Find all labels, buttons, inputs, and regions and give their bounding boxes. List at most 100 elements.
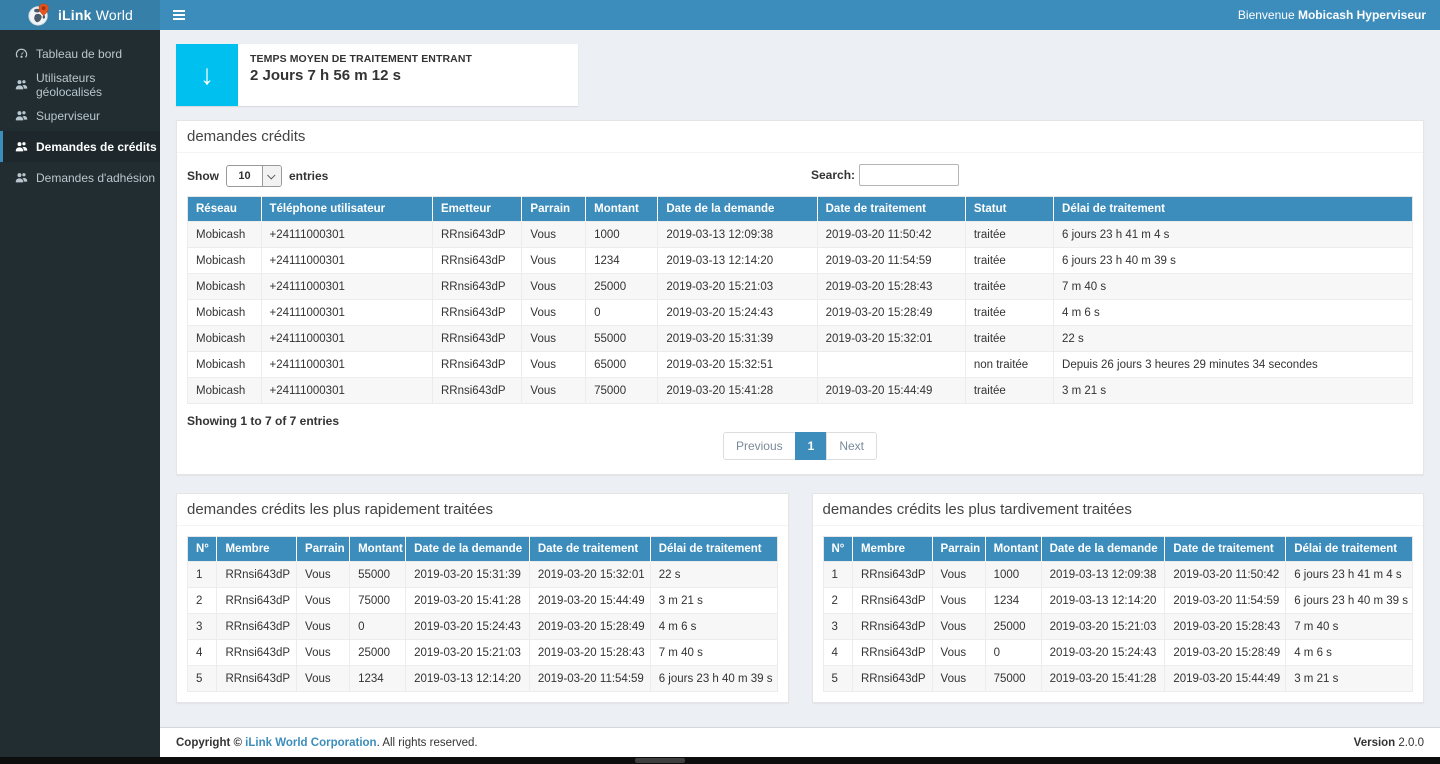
sidebar-item-utilisateurs-geolocalises[interactable]: Utilisateurs géolocalisés [0, 69, 160, 100]
version-text: Version 2.0.0 [1354, 737, 1424, 749]
table-cell: 6 jours 23 h 40 m 39 s [1054, 248, 1413, 274]
column-header[interactable]: Date de la demande [658, 197, 817, 222]
table-cell: 2019-03-20 15:32:01 [529, 562, 650, 588]
table-cell: 2019-03-20 11:54:59 [817, 248, 965, 274]
table-cell: RRnsi643dP [433, 274, 522, 300]
sidebar: Tableau de bord Utilisateurs géolocalisé… [0, 30, 160, 764]
column-header[interactable]: N° [188, 537, 217, 562]
dashboard-icon [15, 47, 28, 60]
table-cell: Vous [522, 248, 586, 274]
table-cell: RRnsi643dP [217, 640, 297, 666]
table-cell: RRnsi643dP [852, 588, 932, 614]
table-cell: 6 jours 23 h 41 m 4 s [1054, 222, 1413, 248]
table-cell: Vous [522, 222, 586, 248]
panel-tardivement-traitees: demandes crédits les plus tardivement tr… [812, 493, 1425, 703]
table-cell: traitée [965, 300, 1053, 326]
column-header[interactable]: Montant [586, 197, 658, 222]
table-cell: 2019-03-13 12:14:20 [658, 248, 817, 274]
info-box-label: TEMPS MOYEN DE TRAITEMENT ENTRANT [250, 53, 472, 65]
welcome-message: Bienvenue Mobicash Hyperviseur [1238, 8, 1440, 22]
brand-logo[interactable]: iLink World [0, 0, 160, 30]
table-row: 4RRnsi643dPVous02019-03-20 15:24:432019-… [823, 640, 1413, 666]
pagination-previous-button[interactable]: Previous [723, 432, 796, 460]
table-cell: RRnsi643dP [217, 562, 297, 588]
column-header[interactable]: Parrain [297, 537, 350, 562]
table-row: Mobicash+24111000301RRnsi643dPVous100020… [188, 222, 1413, 248]
table-cell: 2019-03-20 15:28:49 [817, 300, 965, 326]
sidebar-item-demandes-de-credits[interactable]: Demandes de crédits [0, 131, 160, 162]
company-link[interactable]: iLink World Corporation [245, 737, 376, 749]
table-cell: Mobicash [188, 248, 262, 274]
column-header[interactable]: Réseau [188, 197, 262, 222]
table-cell: 2019-03-20 15:28:49 [529, 614, 650, 640]
column-header[interactable]: Statut [965, 197, 1053, 222]
column-header[interactable]: Délai de traitement [1286, 537, 1413, 562]
table-cell: 2019-03-20 15:28:43 [529, 640, 650, 666]
table-cell: RRnsi643dP [852, 614, 932, 640]
down-arrow-icon: ↓ [176, 44, 238, 106]
table-cell: Vous [932, 562, 985, 588]
table-cell: 2019-03-20 11:54:59 [529, 666, 650, 692]
table-cell: 2019-03-20 15:28:43 [817, 274, 965, 300]
table-row: 1RRnsi643dPVous550002019-03-20 15:31:392… [188, 562, 778, 588]
column-header[interactable]: Emetteur [433, 197, 522, 222]
table-cell: RRnsi643dP [433, 378, 522, 404]
table-cell: 0 [586, 300, 658, 326]
table-cell: RRnsi643dP [217, 614, 297, 640]
search-input[interactable] [859, 164, 959, 186]
sidebar-item-tableau-de-bord[interactable]: Tableau de bord [0, 38, 160, 69]
pagination-page-1-button[interactable]: 1 [795, 432, 828, 460]
copyright-text: Copyright © iLink World Corporation. All… [176, 737, 478, 749]
table-cell: Vous [522, 378, 586, 404]
column-header[interactable]: Montant [350, 537, 406, 562]
table-cell: 6 jours 23 h 40 m 39 s [1286, 588, 1413, 614]
table-cell: +24111000301 [261, 274, 433, 300]
column-header[interactable]: N° [823, 537, 852, 562]
table-cell: traitée [965, 326, 1053, 352]
sidebar-item-label: Tableau de bord [36, 47, 122, 61]
column-header[interactable]: Date de traitement [529, 537, 650, 562]
table-cell: 2019-03-20 15:31:39 [406, 562, 530, 588]
table-cell: 1234 [350, 666, 406, 692]
column-header[interactable]: Date de traitement [817, 197, 965, 222]
table-cell: +24111000301 [261, 222, 433, 248]
column-header[interactable]: Parrain [522, 197, 586, 222]
panel-title: demandes crédits les plus rapidement tra… [177, 494, 788, 526]
horizontal-scrollbar[interactable] [0, 757, 1440, 764]
horizontal-scrollbar-thumb[interactable] [635, 758, 685, 763]
table-cell: 25000 [985, 614, 1041, 640]
table-cell: 3 [823, 614, 852, 640]
table-cell: Vous [297, 562, 350, 588]
table-cell: 1234 [985, 588, 1041, 614]
table-row: 3RRnsi643dPVous250002019-03-20 15:21:032… [823, 614, 1413, 640]
table-cell: 6 jours 23 h 40 m 39 s [650, 666, 777, 692]
sidebar-item-demandes-adhesion[interactable]: Demandes d'adhésion [0, 162, 160, 193]
table-cell: 2019-03-20 15:21:03 [1041, 614, 1165, 640]
hamburger-icon [173, 10, 185, 12]
column-header[interactable]: Date de la demande [1041, 537, 1165, 562]
column-header[interactable]: Montant [985, 537, 1041, 562]
sidebar-item-superviseur[interactable]: Superviseur [0, 100, 160, 131]
table-cell: 7 m 40 s [1286, 614, 1413, 640]
table-cell: Vous [297, 640, 350, 666]
column-header[interactable]: Date de traitement [1165, 537, 1286, 562]
table-cell: +24111000301 [261, 248, 433, 274]
column-header[interactable]: Délai de traitement [650, 537, 777, 562]
column-header[interactable]: Parrain [932, 537, 985, 562]
pagination-next-button[interactable]: Next [826, 432, 877, 460]
column-header[interactable]: Date de la demande [406, 537, 530, 562]
top-navbar: iLink World Bienvenue Mobicash Hypervise… [0, 0, 1440, 30]
users-icon [15, 109, 28, 122]
page-size-select[interactable]: 10 [226, 165, 282, 187]
table-cell: 2019-03-13 12:14:20 [1041, 588, 1165, 614]
sidebar-toggle-button[interactable] [160, 0, 198, 30]
table-cell: 4 [188, 640, 217, 666]
info-box-value: 2 Jours 7 h 56 m 12 s [250, 67, 472, 84]
column-header[interactable]: Membre [852, 537, 932, 562]
column-header[interactable]: Membre [217, 537, 297, 562]
column-header[interactable]: Délai de traitement [1054, 197, 1413, 222]
column-header[interactable]: Téléphone utilisateur [261, 197, 433, 222]
table-cell: 2019-03-20 15:41:28 [406, 588, 530, 614]
table-cell: 5 [188, 666, 217, 692]
table-cell: RRnsi643dP [217, 666, 297, 692]
